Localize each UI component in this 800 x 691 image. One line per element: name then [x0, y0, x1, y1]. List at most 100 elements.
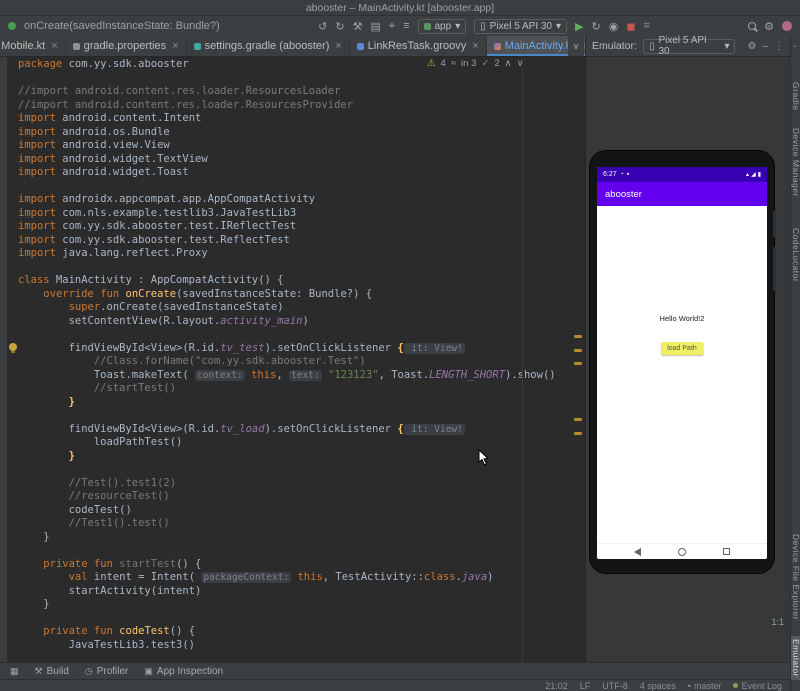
- code-line[interactable]: import androidx.appcompat.app.AppCompatA…: [18, 193, 585, 207]
- prev-issue-arrow-icon[interactable]: ∧: [505, 58, 512, 69]
- code-line[interactable]: override fun onCreate(savedInstanceState…: [18, 288, 585, 302]
- next-issue-arrow-icon[interactable]: ∨: [517, 58, 524, 69]
- warning-stripe-mark[interactable]: [574, 362, 582, 365]
- android-recents-icon[interactable]: [723, 548, 730, 555]
- intention-bulb-icon[interactable]: [9, 343, 17, 353]
- device-selector[interactable]: ▯ Pixel 5 API 30 ▾: [474, 18, 568, 34]
- code-line[interactable]: val intent = Intent( packageContext: thi…: [18, 571, 585, 585]
- code-line[interactable]: [18, 328, 585, 342]
- undo-icon[interactable]: ↺: [318, 20, 327, 33]
- code-line[interactable]: findViewById<View>(R.id.tv_load).setOnCl…: [18, 423, 585, 437]
- code-line[interactable]: //Class.forName("com.yy.sdk.abooster.Tes…: [18, 355, 585, 369]
- tool-window-build[interactable]: ⚒ Build: [35, 666, 69, 677]
- notifications-icon[interactable]: ◔: [792, 44, 796, 51]
- close-icon[interactable]: ×: [51, 40, 57, 52]
- warning-stripe-mark[interactable]: [574, 432, 582, 435]
- build-icon[interactable]: ⚒: [353, 20, 363, 33]
- tool-window-codelocator[interactable]: CodeLocator: [791, 228, 800, 282]
- code-line[interactable]: class MainActivity : AppCompatActivity()…: [18, 274, 585, 288]
- close-icon[interactable]: ×: [335, 40, 341, 52]
- code-line[interactable]: private fun codeTest() {: [18, 625, 585, 639]
- code-line[interactable]: import android.view.View: [18, 139, 585, 153]
- code-line[interactable]: findViewById<View>(R.id.tv_test).setOnCl…: [18, 342, 585, 356]
- code-line[interactable]: import android.widget.Toast: [18, 166, 585, 180]
- warning-stripe-mark[interactable]: [574, 335, 582, 338]
- android-back-icon[interactable]: [634, 547, 641, 556]
- code-line[interactable]: setContentView(R.layout.activity_main): [18, 315, 585, 329]
- tool-window-device-manager[interactable]: Device Manager: [791, 128, 800, 197]
- tool-window-device-file-explorer[interactable]: Device File Explorer: [791, 534, 800, 620]
- tool-window-gradle[interactable]: Gradle: [791, 82, 800, 111]
- code-line[interactable]: startActivity(intent): [18, 585, 585, 599]
- code-line[interactable]: super.onCreate(savedInstanceState): [18, 301, 585, 315]
- emulator-device-selector[interactable]: ▯ Pixel 5 API 30 ▾: [642, 35, 736, 57]
- code-line[interactable]: }: [18, 598, 585, 612]
- code-line[interactable]: //import android.content.res.loader.Reso…: [18, 85, 585, 99]
- emulator-settings-gear-icon[interactable]: ⚙: [747, 41, 756, 52]
- tool-window-emulator[interactable]: Emulator: [791, 636, 800, 681]
- load-path-button[interactable]: load Path: [661, 342, 703, 355]
- stop-button[interactable]: ◼: [626, 20, 635, 33]
- run-button[interactable]: ▶: [575, 20, 583, 33]
- tab-gradle-properties[interactable]: gradle.properties ×: [66, 36, 187, 56]
- code-line[interactable]: JavaTestLib3.test3(): [18, 639, 585, 653]
- code-line[interactable]: private fun startTest() {: [18, 558, 585, 572]
- warning-stripe-mark[interactable]: [574, 349, 582, 352]
- code-line[interactable]: [18, 612, 585, 626]
- emulator-screen[interactable]: 6:27 ◔ ▪ ▴ ◢ ▮ abooster Hello World!2 lo…: [597, 167, 767, 559]
- code-line[interactable]: [18, 180, 585, 194]
- warning-stripe-mark[interactable]: [574, 418, 582, 421]
- code-line[interactable]: [18, 544, 585, 558]
- close-icon[interactable]: ×: [472, 40, 478, 52]
- code-line[interactable]: Toast.makeText( context: this, text: "12…: [18, 369, 585, 383]
- code-line[interactable]: //import android.content.res.loader.Reso…: [18, 99, 585, 113]
- close-icon[interactable]: ×: [172, 40, 178, 52]
- tab-mobile-kt[interactable]: ...Mobile.kt ×: [0, 36, 66, 56]
- search-icon[interactable]: [748, 22, 757, 30]
- code-line[interactable]: import java.lang.reflect.Proxy: [18, 247, 585, 261]
- git-branch-widget[interactable]: • master: [688, 681, 722, 691]
- code-line[interactable]: [18, 72, 585, 86]
- code-line[interactable]: }: [18, 531, 585, 545]
- inspections-widget[interactable]: ⚠ 4 ≈ in 3 ✓ 2 ∧ ∨: [423, 58, 528, 69]
- line-separator[interactable]: LF: [580, 681, 591, 691]
- code-editor[interactable]: package com.yy.sdk.abooster //import and…: [8, 57, 585, 662]
- code-line[interactable]: [18, 409, 585, 423]
- tab-settings-gradle[interactable]: settings.gradle (abooster) ×: [187, 36, 350, 56]
- android-home-icon[interactable]: [678, 547, 686, 556]
- caret-position[interactable]: 21:02: [545, 681, 568, 691]
- layout-inspector-icon[interactable]: ⌗: [643, 20, 649, 33]
- code-line[interactable]: import android.widget.TextView: [18, 153, 585, 167]
- user-avatar[interactable]: [782, 21, 793, 31]
- code-line[interactable]: loadPathTest(): [18, 436, 585, 450]
- run-config-selector[interactable]: app ▾: [417, 18, 467, 34]
- code-line[interactable]: }: [18, 396, 585, 410]
- grid-icon[interactable]: ▤: [370, 20, 380, 33]
- apply-changes-icon[interactable]: ↻: [592, 20, 601, 33]
- redo-icon[interactable]: ↻: [335, 20, 344, 33]
- code-line[interactable]: //startTest(): [18, 382, 585, 396]
- tab-linkrestask-groovy[interactable]: LinkResTask.groovy ×: [350, 36, 487, 56]
- hidden-tabs-chevron-icon[interactable]: ∨: [568, 36, 584, 56]
- code-line[interactable]: }: [18, 450, 585, 464]
- tool-window-profiler[interactable]: ◷ Profiler: [85, 666, 129, 677]
- event-log-widget[interactable]: Event Log: [733, 681, 782, 691]
- profiler-icon[interactable]: ◉: [609, 20, 619, 33]
- more-options-icon[interactable]: ⋮: [774, 41, 784, 52]
- code-line[interactable]: import com.yy.sdk.abooster.test.ReflectT…: [18, 234, 585, 248]
- code-line[interactable]: import com.nls.example.testlib3.JavaTest…: [18, 207, 585, 221]
- code-line[interactable]: [18, 463, 585, 477]
- menu-icon[interactable]: ≡: [403, 20, 409, 32]
- code-line[interactable]: import android.os.Bundle: [18, 126, 585, 140]
- tool-window-app-inspection[interactable]: ▣ App Inspection: [144, 666, 223, 677]
- target-icon[interactable]: ⌖: [389, 20, 395, 33]
- code-line[interactable]: //Test1().test(): [18, 517, 585, 531]
- code-line[interactable]: [18, 261, 585, 275]
- settings-gear-icon[interactable]: ⚙: [764, 20, 774, 33]
- code-line[interactable]: //Test().test1(2): [18, 477, 585, 491]
- navigation-breadcrumb[interactable]: onCreate(savedInstanceState: Bundle?): [24, 20, 220, 32]
- code-line[interactable]: codeTest(): [18, 504, 585, 518]
- code-line[interactable]: import com.yy.sdk.abooster.test.IReflect…: [18, 220, 585, 234]
- minimize-icon[interactable]: –: [762, 41, 768, 52]
- indent-setting[interactable]: 4 spaces: [640, 681, 676, 691]
